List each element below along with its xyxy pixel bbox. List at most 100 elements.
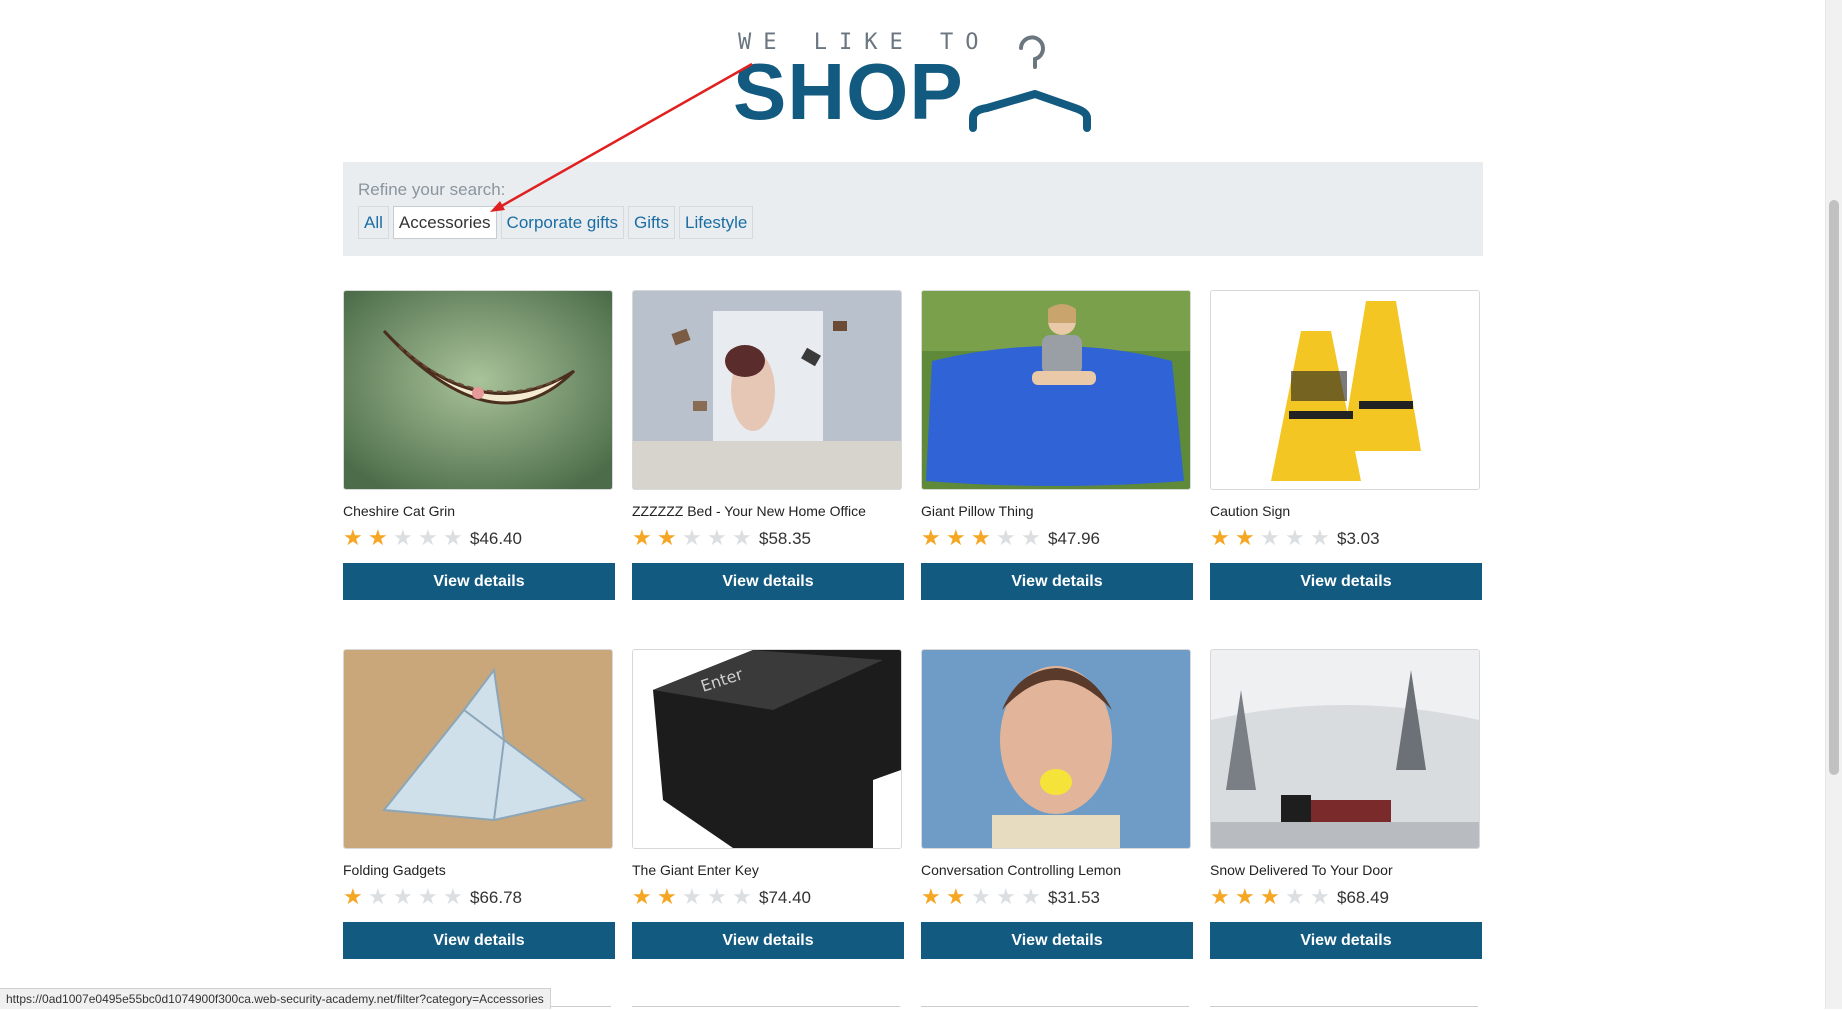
product-rating: ★ ★ ★ ★ ★ $74.40 — [632, 885, 811, 908]
product-price: $3.03 — [1337, 529, 1380, 548]
star-icon: ★ — [1021, 883, 1041, 909]
star-icon: ★ — [632, 524, 652, 550]
star-icon: ★ — [971, 883, 991, 909]
product-price: $31.53 — [1048, 888, 1100, 907]
product-card: Snow Delivered To Your Door ★ ★ ★ ★ ★ $6… — [1210, 649, 1482, 959]
product-card: Conversation Controlling Lemon ★ ★ ★ ★ ★… — [921, 649, 1193, 959]
product-card: Cheshire Cat Grin ★ ★ ★ ★ ★ $46.40 View … — [343, 290, 615, 600]
product-title: The Giant Enter Key — [632, 862, 759, 878]
refine-label: Refine your search: — [358, 180, 506, 199]
product-rating: ★ ★ ★ ★ ★ $66.78 — [343, 885, 522, 908]
category-lifestyle[interactable]: Lifestyle — [679, 206, 754, 239]
product-card-partial — [1210, 1006, 1478, 1010]
star-icon: ★ — [1285, 524, 1305, 550]
product-price: $47.96 — [1048, 529, 1100, 548]
star-icon: ★ — [657, 883, 677, 909]
star-icon: ★ — [946, 883, 966, 909]
product-card: ZZZZZZ Bed - Your New Home Office ★ ★ ★ … — [632, 290, 904, 600]
product-image-cheshire-cat-grin[interactable] — [343, 290, 613, 490]
product-image-folding-gadgets[interactable] — [343, 649, 613, 849]
product-card-partial — [921, 1006, 1189, 1010]
product-rating: ★ ★ ★ ★ ★ $58.35 — [632, 526, 811, 549]
product-rating: ★ ★ ★ ★ ★ $68.49 — [1210, 885, 1389, 908]
star-icon: ★ — [707, 883, 727, 909]
link-status-bar: https://0ad1007e0495e55bc0d1074900f300ca… — [0, 988, 551, 1009]
product-image-giant-enter-key[interactable]: Enter — [632, 649, 902, 849]
view-details-button[interactable]: View details — [921, 563, 1193, 600]
star-icon: ★ — [443, 883, 463, 909]
star-icon: ★ — [996, 883, 1016, 909]
view-details-button[interactable]: View details — [343, 563, 615, 600]
star-icon: ★ — [971, 524, 991, 550]
star-icon: ★ — [393, 524, 413, 550]
product-card: Folding Gadgets ★ ★ ★ ★ ★ $66.78 View de… — [343, 649, 615, 959]
product-image-giant-pillow-thing[interactable] — [921, 290, 1191, 490]
product-card: Caution Sign ★ ★ ★ ★ ★ $3.03 View detail… — [1210, 290, 1482, 600]
product-image-zzzzzz-bed[interactable] — [632, 290, 902, 490]
star-icon: ★ — [418, 524, 438, 550]
star-icon: ★ — [946, 524, 966, 550]
star-icon: ★ — [1021, 524, 1041, 550]
product-price: $68.49 — [1337, 888, 1389, 907]
product-image-snow-delivered[interactable] — [1210, 649, 1480, 849]
star-icon: ★ — [1210, 524, 1230, 550]
product-card-partial — [632, 1006, 900, 1010]
star-icon: ★ — [1235, 883, 1255, 909]
product-price: $74.40 — [759, 888, 811, 907]
page-scrollbar[interactable] — [1825, 0, 1842, 1009]
product-rating: ★ ★ ★ ★ ★ $31.53 — [921, 885, 1100, 908]
star-icon: ★ — [1260, 883, 1280, 909]
star-icon: ★ — [418, 883, 438, 909]
star-icon: ★ — [732, 524, 752, 550]
product-image-conversation-controlling-lemon[interactable] — [921, 649, 1191, 849]
product-title: Caution Sign — [1210, 503, 1291, 519]
product-rating: ★ ★ ★ ★ ★ $47.96 — [921, 526, 1100, 549]
category-accessories[interactable]: Accessories — [392, 206, 497, 239]
category-corporate-gifts[interactable]: Corporate gifts — [500, 206, 625, 239]
view-details-button[interactable]: View details — [1210, 922, 1482, 959]
product-card: Enter The Giant Enter Key ★ ★ ★ ★ ★ $74.… — [632, 649, 904, 959]
product-price: $66.78 — [470, 888, 522, 907]
star-icon: ★ — [1260, 524, 1280, 550]
product-image-caution-sign[interactable] — [1210, 290, 1480, 490]
site-logo[interactable]: WE LIKE TO SHOP — [733, 22, 1093, 132]
star-icon: ★ — [921, 524, 941, 550]
view-details-button[interactable]: View details — [632, 922, 904, 959]
view-details-button[interactable]: View details — [921, 922, 1193, 959]
star-icon: ★ — [682, 883, 702, 909]
star-icon: ★ — [443, 524, 463, 550]
product-title: Folding Gadgets — [343, 862, 446, 878]
star-icon: ★ — [368, 524, 388, 550]
view-details-button[interactable]: View details — [1210, 563, 1482, 600]
star-icon: ★ — [921, 883, 941, 909]
category-all[interactable]: All — [358, 206, 389, 239]
star-icon: ★ — [707, 524, 727, 550]
product-card: Giant Pillow Thing ★ ★ ★ ★ ★ $47.96 View… — [921, 290, 1193, 600]
product-title: ZZZZZZ Bed - Your New Home Office — [632, 503, 866, 519]
star-icon: ★ — [1235, 524, 1255, 550]
category-list: All Accessories Corporate gifts Gifts Li… — [358, 206, 754, 239]
product-price: $58.35 — [759, 529, 811, 548]
product-title: Snow Delivered To Your Door — [1210, 862, 1393, 878]
star-icon: ★ — [393, 883, 413, 909]
scrollbar-thumb[interactable] — [1829, 200, 1839, 775]
star-icon: ★ — [1310, 883, 1330, 909]
star-icon: ★ — [632, 883, 652, 909]
product-title: Cheshire Cat Grin — [343, 503, 456, 519]
category-gifts[interactable]: Gifts — [628, 206, 675, 239]
filter-panel: Refine your search: All Accessories Corp… — [343, 162, 1483, 256]
view-details-button[interactable]: View details — [632, 563, 904, 600]
view-details-button[interactable]: View details — [343, 922, 615, 959]
logo-word: SHOP — [733, 47, 964, 136]
product-rating: ★ ★ ★ ★ ★ $46.40 — [343, 526, 522, 549]
star-icon: ★ — [343, 883, 363, 909]
product-price: $46.40 — [470, 529, 522, 548]
hanger-icon — [969, 35, 1091, 132]
star-icon: ★ — [657, 524, 677, 550]
star-icon: ★ — [682, 524, 702, 550]
star-icon: ★ — [996, 524, 1016, 550]
star-icon: ★ — [368, 883, 388, 909]
star-icon: ★ — [1285, 883, 1305, 909]
product-title: Conversation Controlling Lemon — [921, 862, 1121, 878]
star-icon: ★ — [343, 524, 363, 550]
